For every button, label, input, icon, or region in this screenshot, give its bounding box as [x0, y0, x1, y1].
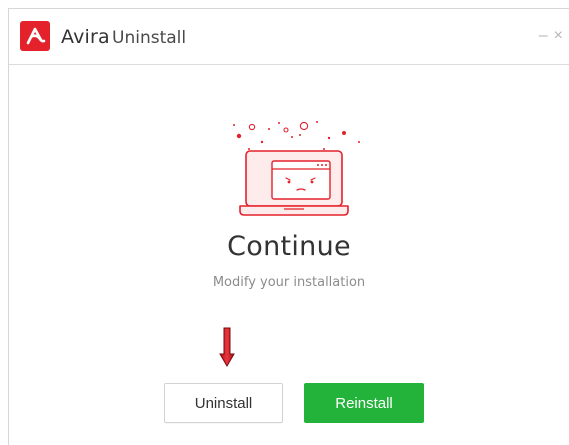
title-bar: Avira Uninstall – × [9, 9, 569, 65]
avira-logo-icon [20, 21, 50, 51]
brand-name: Avira [61, 26, 110, 48]
close-icon[interactable]: × [554, 28, 563, 44]
red-down-arrow-icon [219, 327, 235, 372]
reinstall-button[interactable]: Reinstall [304, 383, 424, 423]
sad-laptop-illustration [214, 109, 374, 224]
page-subtitle: Modify your installation [212, 275, 366, 290]
window-controls: – × [539, 28, 563, 44]
avira-uninstall-window: Avira Uninstall – × Continue Modify your… [8, 8, 569, 445]
minimize-icon[interactable]: – [539, 28, 548, 44]
uninstall-button[interactable]: Uninstall [164, 383, 283, 423]
window-title: Uninstall [112, 28, 187, 48]
page-title: Continue [227, 231, 351, 262]
